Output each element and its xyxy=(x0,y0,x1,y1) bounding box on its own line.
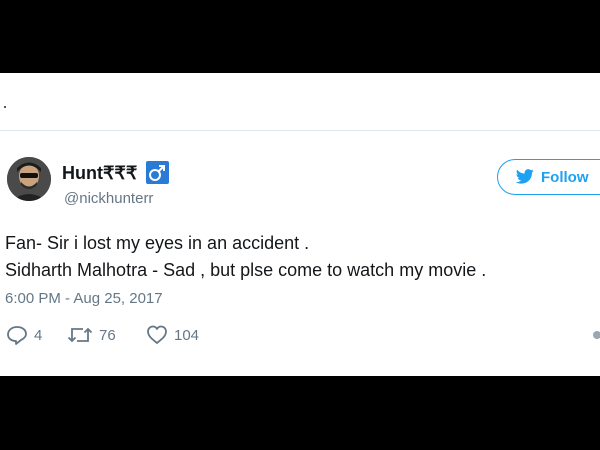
screenshot-frame: Hunt₹₹₹ @nickhunterr Follow Fan- Sir i l… xyxy=(0,0,600,450)
reply-count: 4 xyxy=(34,326,43,344)
tweet-card: Hunt₹₹₹ @nickhunterr Follow Fan- Sir i l… xyxy=(0,73,600,376)
retweet-button[interactable]: 76 xyxy=(67,324,116,346)
male-symbol-icon xyxy=(146,161,169,184)
tweet-timestamp[interactable]: 6:00 PM - Aug 25, 2017 xyxy=(5,290,163,308)
like-button[interactable]: 104 xyxy=(146,324,199,346)
avatar[interactable] xyxy=(7,157,51,201)
follow-label: Follow xyxy=(541,168,589,186)
twitter-bird-icon xyxy=(515,169,534,184)
tweet-text-line: Fan- Sir i lost my eyes in an accident . xyxy=(5,233,310,253)
heart-icon xyxy=(147,325,167,344)
retweet-count: 76 xyxy=(99,326,116,344)
tweet-text-line: Sidharth Malhotra - Sad , but plse come … xyxy=(5,260,487,280)
reply-icon xyxy=(7,326,27,345)
reply-button[interactable]: 4 xyxy=(6,324,42,346)
more-icon[interactable] xyxy=(593,331,600,339)
display-name[interactable]: Hunt₹₹₹ xyxy=(62,162,137,184)
separator-dot xyxy=(4,106,6,108)
user-handle[interactable]: @nickhunterr xyxy=(64,190,153,208)
retweet-icon xyxy=(67,327,93,343)
divider xyxy=(0,130,600,131)
avatar-photo xyxy=(7,157,51,201)
like-count: 104 xyxy=(174,326,200,344)
follow-button[interactable]: Follow xyxy=(497,159,600,195)
